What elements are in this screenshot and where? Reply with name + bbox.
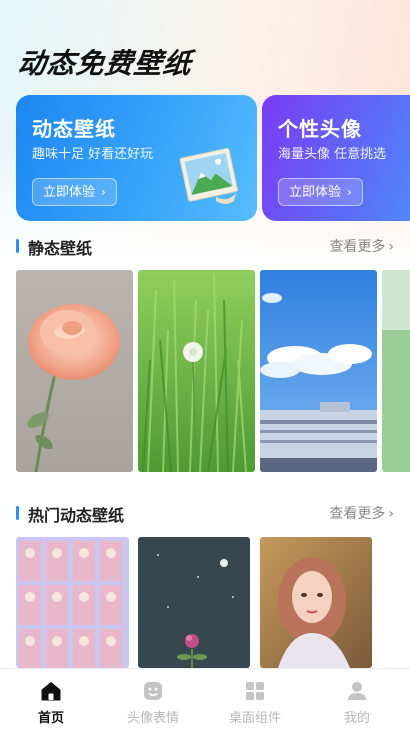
section-title: 热门动态壁纸: [28, 506, 125, 525]
tab-profile[interactable]: 我的: [306, 669, 408, 730]
wallpaper-thumb-portrait-grid[interactable]: [16, 537, 129, 668]
section-title: 静态壁纸: [28, 239, 93, 258]
promo-subtitle: 海量头像 任意挑选: [278, 147, 387, 162]
section-accent-bar: [16, 506, 19, 520]
chevron-right-icon: ›: [388, 506, 394, 522]
promo-title: 个性头像: [278, 117, 362, 141]
tab-avatar-emoji[interactable]: 头像表情: [102, 669, 204, 730]
wallpaper-thumb-sky-building[interactable]: [260, 270, 377, 472]
widgets-grid-icon: [246, 682, 264, 700]
tab-desktop-widgets[interactable]: 桌面组件: [204, 669, 306, 730]
home-icon: [41, 682, 61, 701]
promo-subtitle: 趣味十足 好看还好玩: [32, 147, 154, 162]
tab-label: 我的: [343, 711, 370, 726]
wallpaper-thumb-grass-flower[interactable]: [138, 270, 255, 472]
promo-card-avatar[interactable]: 个性头像 海量头像 任意挑选 立即体验 ›: [262, 95, 410, 221]
try-now-button[interactable]: 立即体验 ›: [32, 178, 117, 206]
profile-icon: [348, 682, 366, 700]
section-accent-bar: [16, 239, 19, 253]
promo-title: 动态壁纸: [32, 117, 116, 141]
emoji-face-icon: [144, 682, 162, 700]
app-title: 动态免费壁纸: [16, 47, 194, 80]
wallpaper-thumb-girl-portrait[interactable]: [260, 537, 372, 668]
promo-carousel[interactable]: 动态壁纸 趣味十足 好看还好玩 立即体验 › 个性头像 海量头像 任意挑选 立即体…: [16, 95, 410, 222]
chevron-right-icon: ›: [347, 185, 352, 199]
tab-label: 首页: [37, 711, 64, 726]
tab-label: 头像表情: [126, 711, 179, 726]
see-more-link[interactable]: 查看更多 ›: [329, 503, 394, 523]
see-more-label: 查看更多: [329, 506, 386, 522]
tab-label: 桌面组件: [228, 711, 281, 726]
hot-dynamic-wallpaper-list[interactable]: [16, 537, 410, 668]
try-now-label: 立即体验: [43, 185, 96, 200]
see-more-link[interactable]: 查看更多 ›: [329, 236, 394, 256]
bottom-tab-bar: 首页 头像表情 桌面组件 我的: [0, 668, 410, 730]
static-wallpaper-header: 静态壁纸 查看更多 ›: [16, 235, 394, 258]
static-wallpaper-list[interactable]: [16, 270, 410, 472]
try-now-label: 立即体验: [289, 185, 342, 200]
chevron-right-icon: ›: [388, 239, 394, 255]
promo-card-dynamic-wallpaper[interactable]: 动态壁纸 趣味十足 好看还好玩 立即体验 ›: [16, 95, 257, 221]
tab-home[interactable]: 首页: [0, 669, 102, 730]
landscape-picture-icon: [179, 147, 238, 204]
wallpaper-thumb-night-clover[interactable]: [138, 537, 250, 668]
chevron-right-icon: ›: [101, 185, 106, 199]
try-now-button[interactable]: 立即体验 ›: [278, 178, 363, 206]
wallpaper-thumb-partial[interactable]: [382, 270, 410, 472]
see-more-label: 查看更多: [329, 239, 386, 255]
hot-dynamic-wallpaper-header: 热门动态壁纸 查看更多 ›: [16, 502, 394, 525]
wallpaper-thumb-rose[interactable]: [16, 270, 133, 472]
